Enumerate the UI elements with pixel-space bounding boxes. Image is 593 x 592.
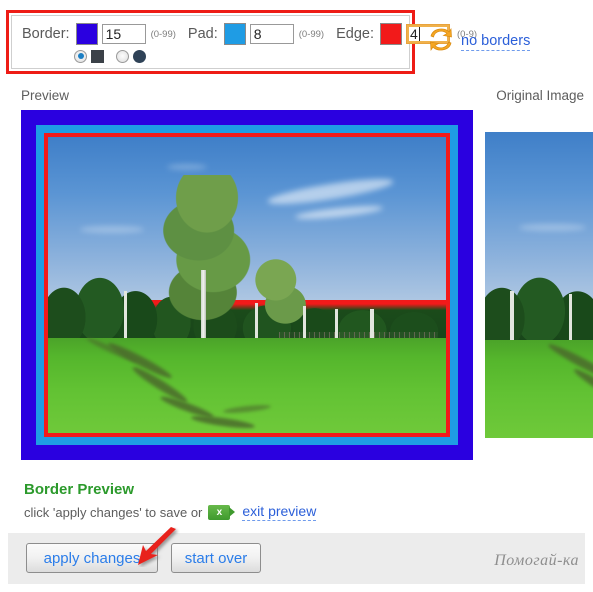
pad-width-value: 8 — [253, 26, 262, 42]
tree-trunk — [510, 291, 514, 344]
border-settings-row: Border: 15 (0-99) Pad: 8 (0-99) Edge: 4 … — [22, 22, 489, 46]
landscape-scene-original — [485, 132, 593, 438]
border-width-input[interactable]: 15 — [101, 24, 146, 44]
apply-changes-button[interactable]: apply changes — [26, 543, 158, 573]
edge-color-layer — [44, 133, 450, 437]
border-label: Border: — [22, 26, 70, 42]
pad-range-hint: (0-99) — [298, 28, 325, 40]
border-width-value: 15 — [105, 26, 122, 42]
cloud — [79, 225, 144, 234]
forest-treeline — [485, 254, 593, 347]
pad-color-layer — [36, 125, 458, 445]
tree-trunk — [123, 290, 127, 342]
birch-tree-canopy — [155, 175, 259, 339]
exit-preview-link[interactable]: exit preview — [242, 503, 317, 521]
pad-label: Pad: — [187, 26, 218, 42]
tree-trunk — [569, 294, 573, 344]
preview-caption: Preview — [21, 88, 70, 103]
border-settings-panel: Border: 15 (0-99) Pad: 8 (0-99) Edge: 4 … — [11, 15, 477, 69]
start-over-button[interactable]: start over — [171, 543, 261, 573]
border-preview-title: Border Preview — [24, 481, 135, 498]
preview-hint-row: click 'apply changes' to save or x exit … — [24, 503, 317, 521]
original-image-caption: Original Image — [496, 88, 584, 103]
edge-label: Edge: — [336, 26, 374, 42]
refresh-arrows-icon — [428, 26, 454, 57]
edge-width-value: 4 — [410, 26, 418, 42]
tree-trunk — [254, 302, 259, 342]
watermark: Помогай-ка — [494, 552, 579, 569]
birch-tree-trunk — [201, 270, 207, 348]
preview-image-frame[interactable] — [21, 110, 473, 460]
pad-color-swatch[interactable] — [223, 23, 246, 45]
no-borders-link[interactable]: no borders — [461, 33, 531, 51]
pad-width-input[interactable]: 8 — [249, 24, 294, 44]
square-corners-radio[interactable] — [74, 49, 87, 63]
square-corner-icon[interactable] — [91, 49, 104, 63]
exit-preview-icon[interactable]: x — [208, 504, 236, 520]
border-color-layer — [21, 110, 473, 460]
tree-trunk — [370, 308, 374, 342]
edge-color-swatch[interactable] — [380, 23, 402, 45]
corner-style-options — [74, 46, 146, 66]
preview-hint-text: click 'apply changes' to save or — [24, 504, 203, 520]
preview-photo — [48, 137, 446, 433]
border-range-hint: (0-99) — [150, 28, 176, 40]
no-borders-control[interactable]: no borders — [428, 26, 531, 57]
tree-trunk — [302, 305, 306, 342]
text-caret — [418, 27, 420, 41]
original-image[interactable] — [485, 132, 593, 438]
border-color-swatch[interactable] — [75, 23, 98, 45]
round-corner-icon[interactable] — [133, 49, 146, 63]
tree-trunk — [334, 308, 338, 342]
cloud — [167, 163, 208, 170]
landscape-scene — [48, 137, 446, 433]
meadow — [48, 338, 446, 433]
round-corners-radio[interactable] — [116, 49, 129, 63]
